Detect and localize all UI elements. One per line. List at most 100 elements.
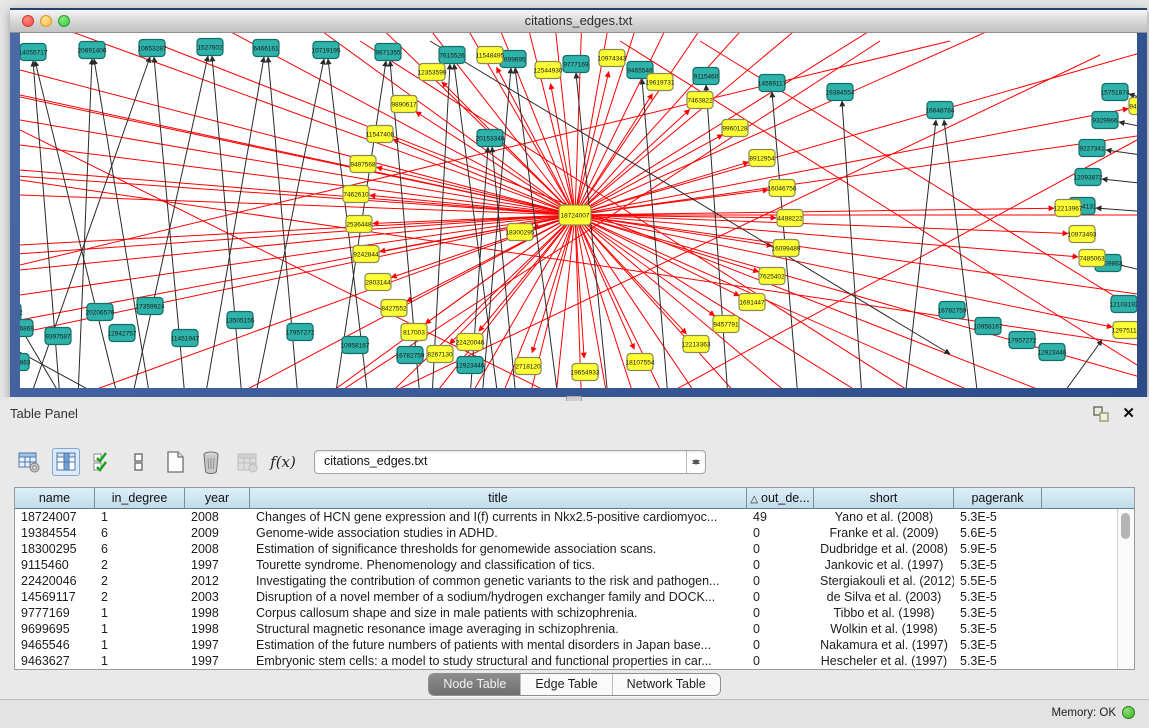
graph-node[interactable]: 19619731 <box>646 74 675 91</box>
graph-edge-black[interactable] <box>1106 150 1137 156</box>
select-all-columns-icon[interactable] <box>90 449 116 475</box>
tab-network-table[interactable]: Network Table <box>613 674 720 695</box>
delete-table-icon[interactable] <box>234 449 260 475</box>
graph-node[interactable]: 2803144 <box>365 274 391 291</box>
graph-edge-red[interactable] <box>575 72 609 215</box>
graph-node[interactable]: 10659863 <box>20 354 31 371</box>
graph-node[interactable]: 2536448 <box>346 216 372 233</box>
close-panel-icon[interactable]: ✕ <box>1122 404 1135 422</box>
graph-edge-red[interactable] <box>575 215 634 349</box>
graph-node[interactable]: 20153346 <box>476 130 505 147</box>
graph-node[interactable]: 8427552 <box>381 300 407 317</box>
column-header-title[interactable]: title <box>250 488 747 509</box>
table-row[interactable]: 1830029562008Estimation of significance … <box>15 541 1118 557</box>
graph-node[interactable]: 11547408 <box>366 126 395 143</box>
tab-node-table[interactable]: Node Table <box>429 674 521 695</box>
table-row[interactable]: 969969511998Structural magnetic resonanc… <box>15 621 1118 637</box>
graph-node[interactable]: 20206576 <box>86 304 115 321</box>
graph-node[interactable]: 12923446 <box>456 357 485 374</box>
table-row[interactable]: 946362711997Embryonic stem cells: a mode… <box>15 653 1118 669</box>
graph-node[interactable]: 6466161 <box>253 40 279 57</box>
graph-node[interactable]: 1691447 <box>739 294 765 311</box>
close-window-button[interactable] <box>22 15 34 27</box>
graph-node[interactable]: 18724007 <box>559 205 591 225</box>
graph-node[interactable]: 7625402 <box>759 268 785 285</box>
graph-edge-black[interactable] <box>1119 122 1137 128</box>
graph-node[interactable]: 9463627 <box>1129 98 1137 115</box>
graph-node[interactable]: 12923446 <box>1038 344 1067 361</box>
graph-edge-red[interactable] <box>20 215 575 245</box>
graph-node[interactable]: 8267130 <box>427 346 453 363</box>
graph-node[interactable]: 9397587 <box>45 328 71 345</box>
graph-node[interactable]: 817003 <box>401 324 427 341</box>
graph-edge-black[interactable] <box>1096 208 1137 212</box>
graph-node[interactable]: 16782759 <box>396 347 425 364</box>
graph-node[interactable]: 17957272 <box>286 324 315 341</box>
scrollbar-thumb[interactable] <box>1121 513 1130 539</box>
create-column-icon[interactable] <box>162 449 188 475</box>
graph-node[interactable]: 9242844 <box>353 246 379 263</box>
graph-node[interactable]: 8912954 <box>749 150 775 167</box>
graph-edge-red[interactable] <box>575 162 749 215</box>
graph-node[interactable]: 17359924 <box>136 298 165 315</box>
table-row[interactable]: 911546021997Tourette syndrome. Phenomeno… <box>15 557 1118 573</box>
memory-status[interactable]: Memory: OK <box>1051 706 1135 719</box>
column-header-pagerank[interactable]: pagerank <box>954 488 1042 509</box>
column-header-short[interactable]: short <box>814 488 954 509</box>
graph-node[interactable]: 9227341 <box>1079 140 1105 157</box>
graph-node[interactable]: 16782759 <box>938 302 967 319</box>
graph-node[interactable]: 12975115 <box>1112 322 1137 339</box>
graph-edge-red[interactable] <box>575 33 1137 215</box>
graph-edge-red[interactable] <box>575 33 1039 215</box>
graph-node[interactable]: 14055717 <box>20 44 48 61</box>
graph-node[interactable]: 9115460 <box>693 68 719 85</box>
graph-edge-red[interactable] <box>575 33 1137 215</box>
graph-node[interactable]: 18107554 <box>626 354 655 371</box>
graph-node[interactable]: 9497568 <box>350 156 376 173</box>
graph-edge-red[interactable] <box>575 33 1137 215</box>
minimize-window-button[interactable] <box>40 15 52 27</box>
show-columns-icon[interactable] <box>52 448 80 476</box>
graph-edge-red[interactable] <box>575 33 1137 215</box>
graph-edge-red[interactable] <box>575 33 1137 215</box>
graph-node[interactable]: 12544930 <box>534 62 563 79</box>
graph-node[interactable]: 10974343 <box>598 50 627 67</box>
graph-edge-red[interactable] <box>575 33 1137 215</box>
graph-node[interactable]: 20891406 <box>78 42 107 59</box>
graph-node[interactable]: 9890617 <box>391 96 417 113</box>
window-titlebar[interactable]: citations_edges.txt <box>10 10 1147 33</box>
graph-edge-red[interactable] <box>575 208 1054 215</box>
tab-edge-table[interactable]: Edge Table <box>521 674 612 695</box>
graph-node[interactable]: 10973493 <box>1068 226 1097 243</box>
graph-node[interactable]: 19654933 <box>571 364 600 381</box>
column-header-name[interactable]: name <box>15 488 95 509</box>
graph-node[interactable]: 10958167 <box>974 318 1003 335</box>
graph-node[interactable]: 16648784 <box>926 102 955 119</box>
graph-node[interactable]: 17957272 <box>1008 332 1037 349</box>
graph-node[interactable]: 16099489 <box>772 240 801 257</box>
graph-edge-red[interactable] <box>20 110 575 215</box>
graph-node[interactable]: 12213967 <box>1054 200 1083 217</box>
unselect-columns-icon[interactable] <box>126 449 152 475</box>
graph-node[interactable]: 16046756 <box>768 180 797 197</box>
graph-node[interactable]: 4498222 <box>777 210 803 227</box>
table-row[interactable]: 2242004622012Investigating the contribut… <box>15 573 1118 589</box>
graph-node[interactable]: 10958167 <box>341 337 370 354</box>
delete-column-icon[interactable] <box>198 449 224 475</box>
table-row[interactable]: 1456911722003Disruption of a novel membe… <box>15 589 1118 605</box>
graph-node[interactable]: 10653287 <box>138 40 167 57</box>
graph-node[interactable]: 12103192 <box>1110 296 1137 313</box>
graph-node[interactable]: 7463822 <box>687 92 713 109</box>
graph-node[interactable]: 12213363 <box>682 336 711 353</box>
column-header-in-degree[interactable]: in_degree <box>95 488 185 509</box>
graph-edge-red[interactable] <box>575 33 1137 215</box>
table-vertical-scrollbar[interactable] <box>1117 509 1134 669</box>
graph-node[interactable]: 7615526 <box>439 47 465 64</box>
column-header-out-de-[interactable]: △out_de... <box>747 488 814 509</box>
graph-node[interactable]: 12093872 <box>1074 169 1103 186</box>
graph-node[interactable]: 7462610 <box>343 186 369 203</box>
graph-node[interactable]: 15751874 <box>1101 84 1130 101</box>
graph-node[interactable]: 9671355 <box>375 44 401 61</box>
graph-node[interactable]: 11451947 <box>171 330 200 347</box>
graph-edge-black[interactable] <box>205 57 264 388</box>
